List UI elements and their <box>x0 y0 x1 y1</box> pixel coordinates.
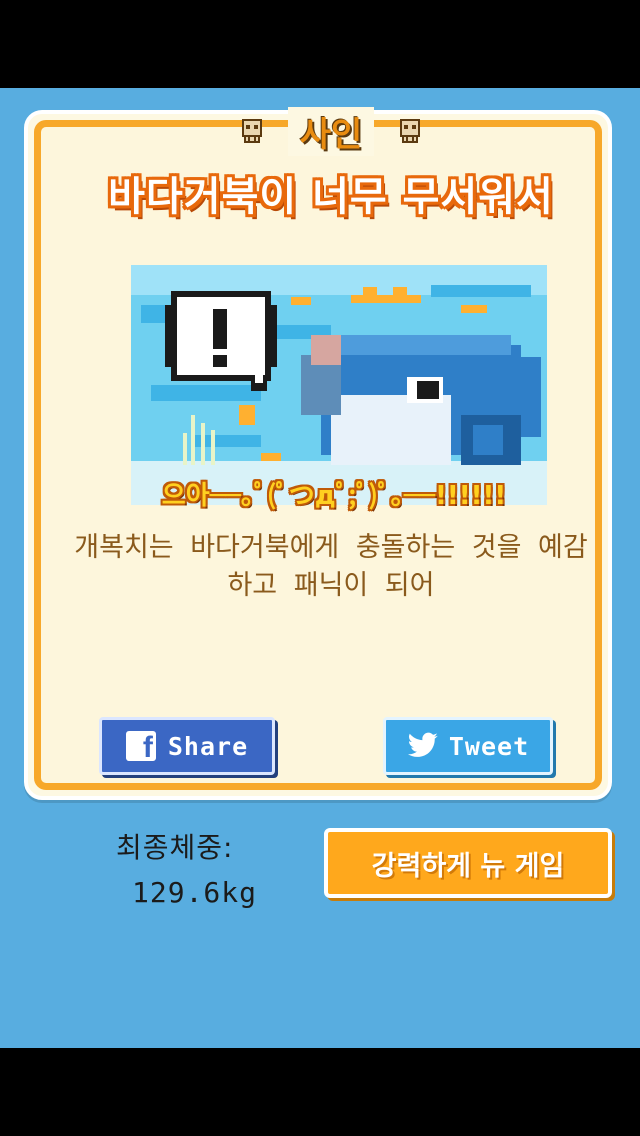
facebook-share-label: Share <box>167 731 249 761</box>
twitter-bird-icon <box>407 732 438 757</box>
skull-icon <box>241 119 262 143</box>
scream-text: 으아──｡ﾟ(ﾟつдﾟ;ﾟ)ﾟ｡──!!!!!! <box>161 481 507 511</box>
final-weight-value: 129.6kg <box>132 876 258 909</box>
death-scene-illustration <box>131 265 547 505</box>
cause-of-death-header: 사인 <box>41 106 621 156</box>
facebook-share-button[interactable]: f Share <box>99 717 275 775</box>
result-card: 사인 바다거북이 너무 무서워서 으아──｡ﾟ(ﾟつдﾟ;ﾟ)ﾟ｡──!!!!!… <box>24 106 612 800</box>
twitter-tweet-label: Tweet <box>448 731 530 761</box>
game-screen: 사인 바다거북이 너무 무서워서 으아──｡ﾟ(ﾟつдﾟ;ﾟ)ﾟ｡──!!!!!… <box>0 88 640 1048</box>
bottom-letterbox <box>0 1048 640 1136</box>
top-letterbox <box>0 0 640 88</box>
result-card-frame: 사인 바다거북이 너무 무서워서 으아──｡ﾟ(ﾟつдﾟ;ﾟ)ﾟ｡──!!!!!… <box>34 106 602 790</box>
death-cause-title: 바다거북이 너무 무서워서 <box>108 174 554 220</box>
final-weight-label: 최종체중: <box>116 831 234 864</box>
twitter-tweet-button[interactable]: Tweet <box>383 717 553 775</box>
new-game-button[interactable]: 강력하게 뉴 게임 <box>324 828 612 898</box>
facebook-icon: f <box>125 731 156 763</box>
cause-of-death-label: 사인 <box>287 106 375 156</box>
death-description: 개복치는 바다거북에게 충돌하는 것을 예감하고 패닉이 되어 <box>74 532 588 601</box>
skull-icon <box>400 119 421 143</box>
new-game-label: 강력하게 뉴 게임 <box>371 850 565 882</box>
exclamation-bubble-icon <box>165 291 277 391</box>
